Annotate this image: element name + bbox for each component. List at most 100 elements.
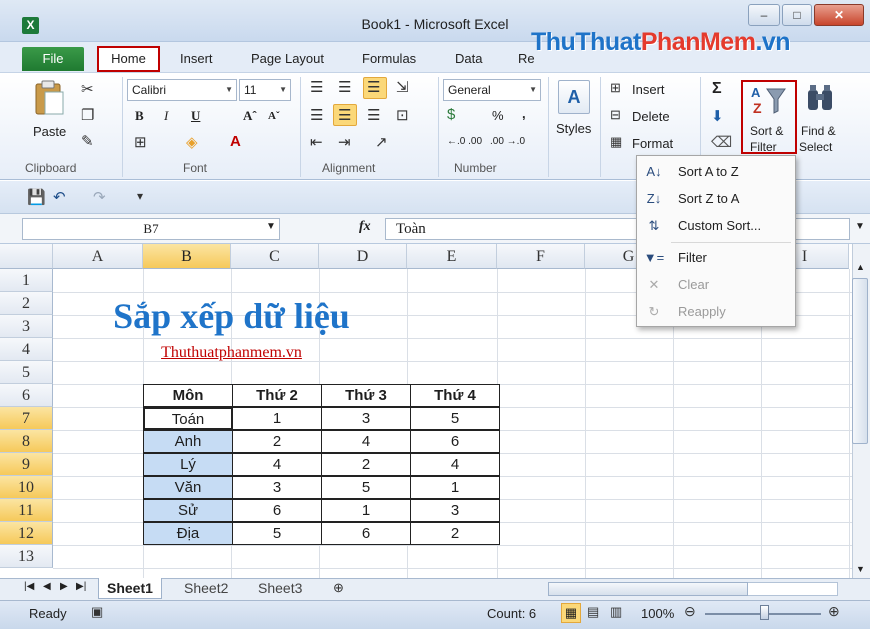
value-cell[interactable]: 6 — [410, 430, 500, 453]
value-cell[interactable]: 4 — [232, 453, 322, 476]
row-header[interactable]: 1 — [0, 269, 53, 292]
percent-button[interactable]: % — [492, 108, 504, 123]
paste-button[interactable]: Paste — [33, 124, 66, 139]
subject-cell[interactable]: Địa — [143, 522, 233, 545]
borders-icon[interactable]: ⊞ — [134, 133, 147, 151]
column-header[interactable]: B — [143, 244, 231, 269]
decrease-indent-icon[interactable]: ⇤ — [310, 133, 323, 151]
subject-cell[interactable]: Sử — [143, 499, 233, 522]
row-header[interactable]: 2 — [0, 292, 53, 315]
copy-icon[interactable]: ❐ — [81, 106, 94, 124]
sheet-tab-2[interactable]: Sheet2 — [176, 578, 236, 599]
font-color-icon[interactable]: A — [230, 133, 241, 150]
align-bottom-icon[interactable]: ☰ — [367, 78, 380, 96]
insert-function-button[interactable]: fx — [359, 219, 371, 235]
row-header[interactable]: 3 — [0, 315, 53, 338]
next-sheet-icon[interactable]: ▶ — [60, 581, 68, 592]
value-cell[interactable]: 3 — [410, 499, 500, 522]
column-header[interactable]: F — [497, 244, 585, 269]
number-format-select[interactable]: General ▼ — [443, 79, 541, 101]
value-cell[interactable]: 6 — [232, 499, 322, 522]
delete-cells-button[interactable]: Delete — [632, 109, 670, 124]
align-center-icon[interactable]: ☰ — [338, 106, 351, 124]
subject-cell[interactable]: Văn — [143, 476, 233, 499]
scroll-up-icon[interactable]: ▲ — [856, 262, 865, 272]
tab-page-layout[interactable]: Page Layout — [251, 51, 324, 66]
maximize-button[interactable]: □ — [782, 4, 812, 26]
align-left-icon[interactable]: ☰ — [310, 106, 323, 124]
first-sheet-icon[interactable]: |◀ — [24, 581, 34, 592]
value-cell[interactable]: 2 — [410, 522, 500, 545]
menu-sort-a-to-z[interactable]: A↓ Sort A to Z — [637, 159, 795, 185]
increase-indent-icon[interactable]: ⇥ — [338, 133, 351, 151]
orientation-icon[interactable]: ↗ — [375, 133, 388, 151]
insert-cells-icon[interactable]: ⊞ — [610, 80, 621, 96]
find-select-label[interactable]: Find & — [801, 124, 836, 138]
column-header[interactable]: D — [319, 244, 407, 269]
merge-center-icon[interactable]: ⊡ — [396, 106, 409, 124]
tab-data[interactable]: Data — [455, 51, 482, 66]
minimize-button[interactable]: – — [748, 4, 780, 26]
row-header[interactable]: 6 — [0, 384, 53, 407]
value-cell[interactable]: 5 — [321, 476, 411, 499]
clear-icon[interactable]: ⌫ — [711, 133, 732, 151]
prev-sheet-icon[interactable]: ◀ — [43, 581, 51, 592]
sheet-link[interactable]: Thuthuatphanmem.vn — [53, 344, 410, 362]
table-header-cell[interactable]: Thứ 2 — [232, 384, 322, 407]
insert-cells-button[interactable]: Insert — [632, 82, 665, 97]
italic-button[interactable]: I — [164, 108, 168, 124]
customize-qat-icon[interactable]: ▾ — [137, 189, 143, 203]
font-size-select[interactable]: 11 ▼ — [239, 79, 291, 101]
menu-filter[interactable]: ▼= Filter — [637, 245, 795, 271]
row-header[interactable]: 8 — [0, 430, 53, 453]
macro-record-icon[interactable]: ▣ — [91, 604, 103, 620]
zoom-out-icon[interactable]: ⊖ — [684, 603, 696, 620]
page-layout-view-icon[interactable]: ▤ — [587, 604, 599, 620]
subject-cell[interactable]: Lý — [143, 453, 233, 476]
currency-icon[interactable]: $ — [447, 106, 455, 123]
align-right-icon[interactable]: ☰ — [367, 106, 380, 124]
row-header[interactable]: 9 — [0, 453, 53, 476]
row-header[interactable]: 13 — [0, 545, 53, 568]
expand-formula-bar-icon[interactable]: ▼ — [855, 221, 865, 232]
decrease-decimal-button[interactable]: .00 →.0 — [490, 136, 525, 147]
find-select-label-2[interactable]: Select — [799, 140, 832, 154]
zoom-in-icon[interactable]: ⊕ — [828, 603, 840, 620]
column-header[interactable]: A — [53, 244, 143, 269]
paste-icon[interactable] — [33, 80, 65, 118]
fill-color-icon[interactable]: ◈ — [186, 133, 198, 151]
tab-home[interactable]: Home — [97, 46, 160, 72]
subject-cell[interactable]: Anh — [143, 430, 233, 453]
undo-icon[interactable]: ↶ — [53, 188, 66, 206]
format-cells-button[interactable]: Format — [632, 136, 673, 151]
value-cell[interactable]: 4 — [410, 453, 500, 476]
value-cell[interactable]: 4 — [321, 430, 411, 453]
format-cells-icon[interactable]: ▦ — [610, 134, 622, 150]
close-button[interactable]: ✕ — [814, 4, 864, 26]
name-box-dropdown-icon[interactable]: ▼ — [266, 221, 276, 232]
column-header[interactable]: C — [231, 244, 319, 269]
row-header[interactable]: 5 — [0, 361, 53, 384]
value-cell[interactable]: 5 — [232, 522, 322, 545]
value-cell[interactable]: 1 — [410, 476, 500, 499]
normal-view-icon[interactable]: ▦ — [561, 603, 581, 623]
name-box[interactable]: B7 — [22, 218, 280, 240]
value-cell[interactable]: 3 — [232, 476, 322, 499]
table-header-cell[interactable]: Thứ 3 — [321, 384, 411, 407]
value-cell[interactable]: 2 — [321, 453, 411, 476]
tab-insert[interactable]: Insert — [180, 51, 213, 66]
shrink-font-button[interactable]: Aˇ — [268, 110, 280, 122]
bold-button[interactable]: B — [135, 108, 144, 124]
styles-button[interactable]: Styles — [556, 121, 591, 136]
font-name-select[interactable]: Calibri ▼ — [127, 79, 237, 101]
value-cell[interactable]: 3 — [321, 407, 411, 430]
menu-sort-z-to-a[interactable]: Z↓ Sort Z to A — [637, 186, 795, 212]
row-header[interactable]: 12 — [0, 522, 53, 545]
value-cell[interactable]: 2 — [232, 430, 322, 453]
value-cell[interactable]: 1 — [232, 407, 322, 430]
row-header[interactable]: 10 — [0, 476, 53, 499]
horizontal-scroll-thumb[interactable] — [548, 582, 748, 596]
menu-custom-sort[interactable]: ⇅ Custom Sort... — [637, 213, 795, 239]
value-cell[interactable]: 6 — [321, 522, 411, 545]
format-painter-icon[interactable]: ✎ — [81, 132, 94, 150]
